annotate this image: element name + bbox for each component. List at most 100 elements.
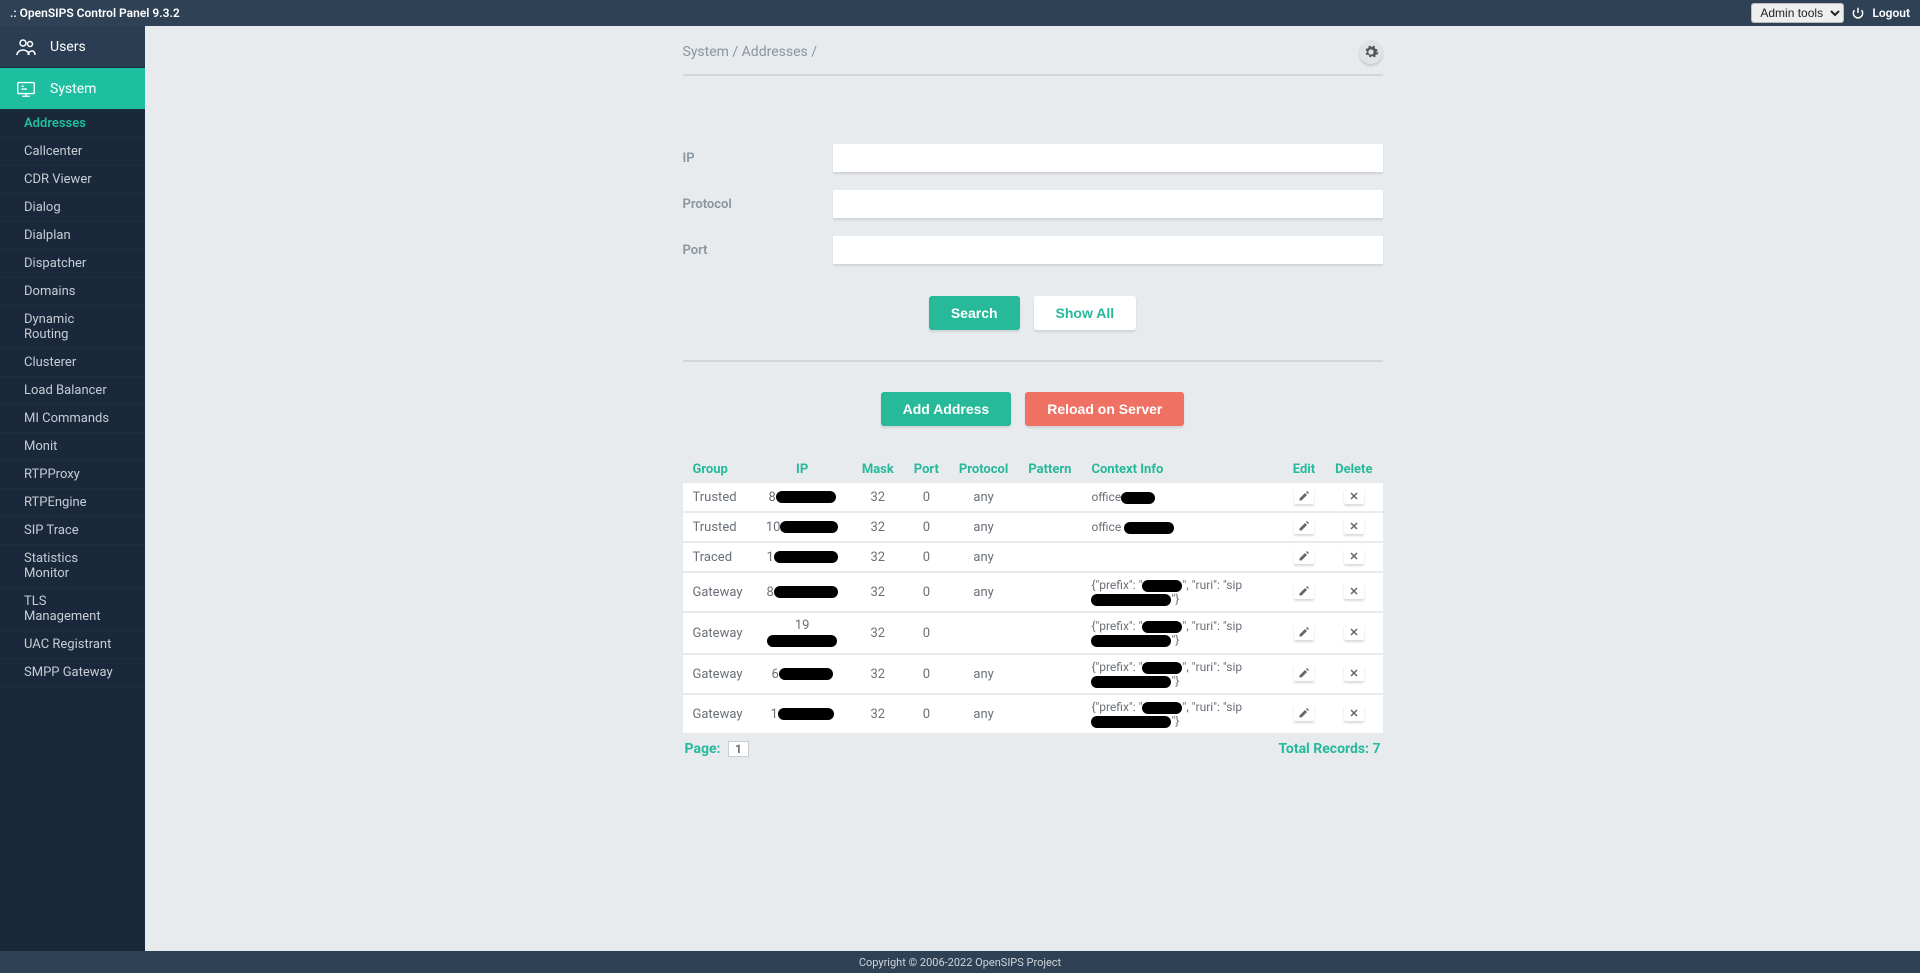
table-row: Gateway19320{"prefix": "", "ruri": "sip"… — [683, 612, 1383, 654]
col-mask: Mask — [852, 456, 904, 483]
cell-protocol: any — [949, 572, 1018, 612]
edit-button[interactable] — [1294, 583, 1314, 599]
edit-button[interactable] — [1294, 665, 1314, 681]
col-edit: Edit — [1283, 456, 1325, 483]
add-address-button[interactable]: Add Address — [881, 392, 1012, 426]
sidebar-item-dynamic-routing[interactable]: Dynamic Routing — [0, 306, 145, 349]
delete-icon — [1348, 626, 1360, 638]
cell-mask: 32 — [852, 654, 904, 694]
cell-group: Trusted — [683, 483, 753, 512]
cell-context: office — [1081, 483, 1282, 512]
sidebar-item-uac-registrant[interactable]: UAC Registrant — [0, 631, 145, 659]
sidebar-item-sip-trace[interactable]: SIP Trace — [0, 517, 145, 545]
protocol-input[interactable] — [833, 190, 1383, 218]
cell-group: Trusted — [683, 512, 753, 542]
sidebar-item-addresses[interactable]: Addresses — [0, 110, 145, 138]
edit-button[interactable] — [1294, 705, 1314, 721]
cell-mask: 32 — [852, 572, 904, 612]
delete-button[interactable] — [1344, 488, 1364, 504]
ip-input[interactable] — [833, 144, 1383, 172]
search-button[interactable]: Search — [929, 296, 1020, 330]
cell-mask: 32 — [852, 483, 904, 512]
page-indicator: Page: 1 — [685, 741, 749, 757]
cell-pattern — [1018, 512, 1081, 542]
cell-ip: 19 — [752, 612, 851, 654]
search-form: IP Protocol Port Search Show All — [683, 76, 1383, 350]
edit-button[interactable] — [1294, 624, 1314, 640]
port-input[interactable] — [833, 236, 1383, 264]
pencil-icon — [1298, 550, 1310, 562]
delete-button[interactable] — [1344, 518, 1364, 534]
gear-icon — [1363, 44, 1379, 60]
delete-button[interactable] — [1344, 705, 1364, 721]
cell-pattern — [1018, 654, 1081, 694]
cell-port: 0 — [904, 512, 949, 542]
sidebar-users-label: Users — [50, 39, 86, 55]
cell-context — [1081, 542, 1282, 572]
sidebar-item-rtpproxy[interactable]: RTPProxy — [0, 461, 145, 489]
col-pattern: Pattern — [1018, 456, 1081, 483]
pencil-icon — [1298, 667, 1310, 679]
cell-pattern — [1018, 572, 1081, 612]
cell-ip: 6 — [752, 654, 851, 694]
sidebar-item-domains[interactable]: Domains — [0, 278, 145, 306]
delete-button[interactable] — [1344, 665, 1364, 681]
cell-protocol: any — [949, 542, 1018, 572]
pencil-icon — [1298, 707, 1310, 719]
col-protocol: Protocol — [949, 456, 1018, 483]
edit-button[interactable] — [1294, 488, 1314, 504]
sidebar-item-load-balancer[interactable]: Load Balancer — [0, 377, 145, 405]
power-icon — [1850, 5, 1866, 21]
cell-ip: 1 — [752, 694, 851, 734]
sidebar-item-cdr-viewer[interactable]: CDR Viewer — [0, 166, 145, 194]
cell-mask: 32 — [852, 512, 904, 542]
sidebar-item-dialplan[interactable]: Dialplan — [0, 222, 145, 250]
page-number[interactable]: 1 — [728, 741, 749, 757]
protocol-label: Protocol — [683, 197, 833, 212]
sidebar-item-rtpengine[interactable]: RTPEngine — [0, 489, 145, 517]
cell-protocol — [949, 612, 1018, 654]
cell-group: Gateway — [683, 654, 753, 694]
delete-button[interactable] — [1344, 624, 1364, 640]
sidebar-item-clusterer[interactable]: Clusterer — [0, 349, 145, 377]
edit-button[interactable] — [1294, 548, 1314, 564]
table-row: Gateway8320any{"prefix": "", "ruri": "si… — [683, 572, 1383, 612]
cell-protocol: any — [949, 694, 1018, 734]
cell-context: {"prefix": "", "ruri": "sip"} — [1081, 694, 1282, 734]
edit-button[interactable] — [1294, 518, 1314, 534]
delete-button[interactable] — [1344, 583, 1364, 599]
pencil-icon — [1298, 585, 1310, 597]
sidebar-item-dialog[interactable]: Dialog — [0, 194, 145, 222]
sidebar-item-tls-management[interactable]: TLS Management — [0, 588, 145, 631]
sidebar-item-mi-commands[interactable]: MI Commands — [0, 405, 145, 433]
delete-icon — [1348, 550, 1360, 562]
app-title: .: OpenSIPS Control Panel 9.3.2 — [10, 6, 1751, 20]
system-icon — [14, 78, 38, 100]
admin-tools-select[interactable]: Admin tools — [1751, 3, 1844, 23]
delete-button[interactable] — [1344, 548, 1364, 564]
col-context: Context Info — [1081, 456, 1282, 483]
sidebar-system[interactable]: System — [0, 68, 145, 110]
sidebar-item-dispatcher[interactable]: Dispatcher — [0, 250, 145, 278]
table-row: Gateway6320any{"prefix": "", "ruri": "si… — [683, 654, 1383, 694]
users-icon — [14, 35, 38, 59]
sidebar-item-callcenter[interactable]: Callcenter — [0, 138, 145, 166]
cell-context: office — [1081, 512, 1282, 542]
cell-mask: 32 — [852, 694, 904, 734]
cell-ip: 10 — [752, 512, 851, 542]
show-all-button[interactable]: Show All — [1034, 296, 1137, 330]
cell-port: 0 — [904, 542, 949, 572]
sidebar-users[interactable]: Users — [0, 26, 145, 68]
logout-link[interactable]: Logout — [1872, 6, 1910, 20]
cell-protocol: any — [949, 483, 1018, 512]
settings-button[interactable] — [1359, 40, 1383, 64]
cell-group: Traced — [683, 542, 753, 572]
cell-context: {"prefix": "", "ruri": "sip"} — [1081, 654, 1282, 694]
sidebar-item-monit[interactable]: Monit — [0, 433, 145, 461]
sidebar-item-smpp-gateway[interactable]: SMPP Gateway — [0, 659, 145, 687]
reload-server-button[interactable]: Reload on Server — [1025, 392, 1184, 426]
cell-port: 0 — [904, 654, 949, 694]
sidebar-item-statistics-monitor[interactable]: Statistics Monitor — [0, 545, 145, 588]
breadcrumb: System / Addresses / — [683, 44, 817, 60]
sidebar-system-label: System — [50, 81, 96, 97]
